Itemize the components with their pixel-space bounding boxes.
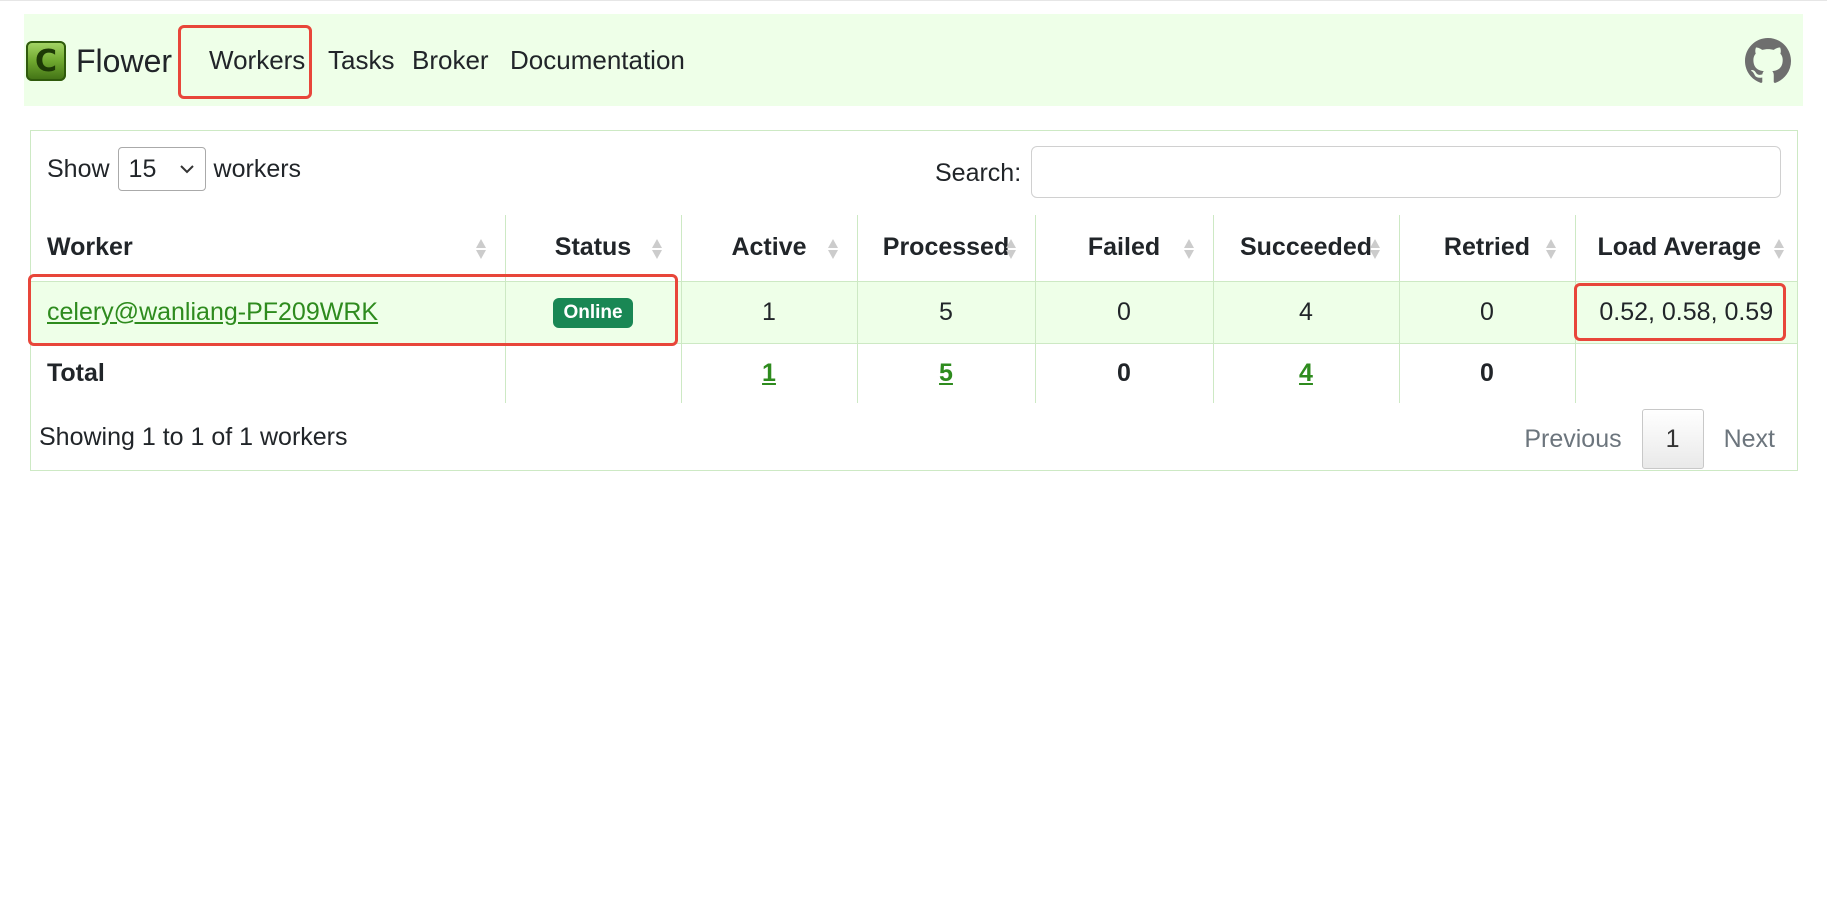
total-retried-cell: 0 <box>1398 343 1575 403</box>
celery-logo-icon: C <box>26 41 66 81</box>
github-icon[interactable] <box>1745 38 1791 84</box>
navbar: C Flower Workers Tasks Broker Documentat… <box>24 14 1803 106</box>
total-processed-cell: 5 <box>856 343 1035 403</box>
nav-documentation[interactable]: Documentation <box>510 45 685 76</box>
col-header-failed[interactable]: Failed <box>1034 215 1213 282</box>
next-button[interactable]: Next <box>1704 425 1795 454</box>
col-header-retried[interactable]: Retried <box>1398 215 1575 282</box>
brand-name: Flower <box>76 42 173 79</box>
sort-icon <box>651 239 662 259</box>
show-label: Show <box>47 154 110 183</box>
workers-label: workers <box>213 154 302 183</box>
total-label: Total <box>47 358 105 387</box>
active-cell: 1 <box>680 281 857 344</box>
brand[interactable]: C Flower <box>26 40 172 82</box>
table-info: Showing 1 to 1 of 1 workers <box>39 423 348 451</box>
page-size-control: Show 15 workers <box>47 147 301 191</box>
chevron-down-icon <box>179 165 194 174</box>
page-1-button[interactable]: 1 <box>1641 409 1704 469</box>
page-size-value: 15 <box>128 154 157 183</box>
worker-link[interactable]: celery@wanliang-PF209WRK <box>47 298 378 326</box>
total-processed-link[interactable]: 5 <box>939 359 953 387</box>
col-header-active[interactable]: Active <box>680 215 857 282</box>
col-header-status[interactable]: Status <box>504 215 681 282</box>
total-status-cell <box>504 343 681 403</box>
total-load-average-cell <box>1574 343 1797 403</box>
pagination: Previous 1 Next <box>1504 409 1795 469</box>
sort-icon <box>475 239 486 259</box>
sort-icon <box>1183 239 1194 259</box>
status-badge: Online <box>553 298 633 328</box>
workers-panel: Show 15 workers Search: Worker Status Ac… <box>30 130 1798 471</box>
total-failed-cell: 0 <box>1034 343 1213 403</box>
total-active-link[interactable]: 1 <box>762 359 776 387</box>
sort-icon <box>1545 239 1556 259</box>
col-header-worker[interactable]: Worker <box>31 215 505 282</box>
page-size-select[interactable]: 15 <box>117 147 206 191</box>
workers-table: Worker Status Active Processed Failed Su… <box>31 215 1797 403</box>
nav-broker[interactable]: Broker <box>412 45 489 76</box>
table-row: celery@wanliang-PF209WRK Online 1 5 0 4 … <box>31 281 1797 344</box>
total-active-cell: 1 <box>680 343 857 403</box>
nav-tasks[interactable]: Tasks <box>328 45 394 76</box>
col-header-load-average[interactable]: Load Average <box>1574 215 1797 282</box>
col-header-processed[interactable]: Processed <box>856 215 1035 282</box>
table-header-row: Worker Status Active Processed Failed Su… <box>31 215 1797 282</box>
previous-button[interactable]: Previous <box>1504 425 1641 454</box>
sort-icon <box>1005 239 1016 259</box>
worker-cell: celery@wanliang-PF209WRK <box>31 281 505 344</box>
load-average-cell: 0.52, 0.58, 0.59 <box>1574 281 1797 344</box>
processed-cell: 5 <box>856 281 1035 344</box>
sort-icon <box>1774 239 1784 259</box>
total-succeeded-link[interactable]: 4 <box>1299 359 1313 387</box>
failed-cell: 0 <box>1034 281 1213 344</box>
sort-icon <box>1369 239 1380 259</box>
nav-workers[interactable]: Workers <box>209 45 305 76</box>
total-row: Total 1 5 0 4 0 <box>31 343 1797 403</box>
total-succeeded-cell: 4 <box>1212 343 1399 403</box>
search-input[interactable] <box>1031 146 1781 198</box>
col-header-succeeded[interactable]: Succeeded <box>1212 215 1399 282</box>
sort-icon <box>827 239 838 259</box>
search-label: Search: <box>935 159 1022 187</box>
status-cell: Online <box>504 281 681 344</box>
top-border <box>0 0 1827 1</box>
succeeded-cell: 4 <box>1212 281 1399 344</box>
retried-cell: 0 <box>1398 281 1575 344</box>
